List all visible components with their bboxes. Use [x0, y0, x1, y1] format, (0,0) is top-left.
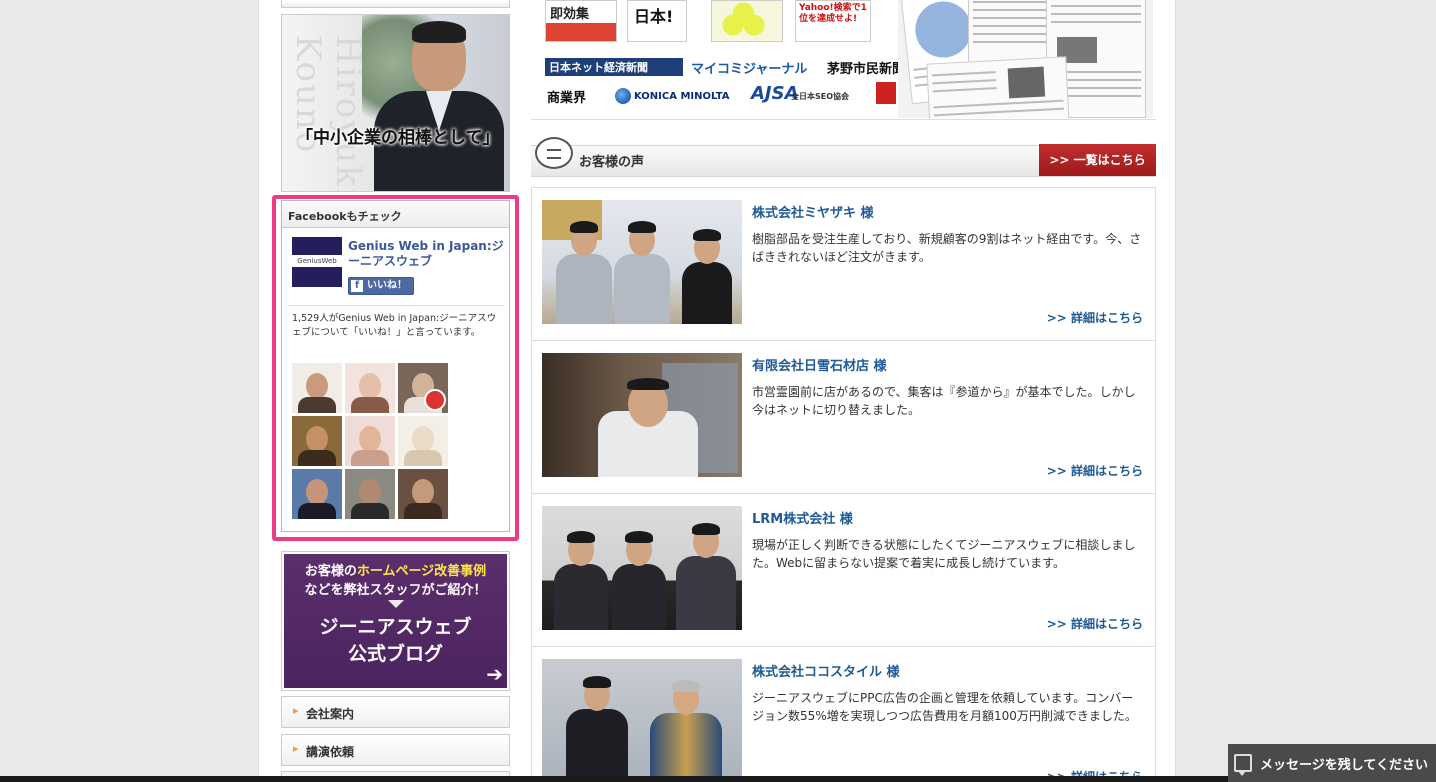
fan-avatar[interactable] [398, 416, 448, 466]
facebook-icon: f [351, 280, 363, 292]
case-company-name[interactable]: 有限会社日雪石材店 様 [752, 355, 887, 374]
ceo-photo [374, 19, 504, 191]
media-logo: 商業界 [547, 90, 587, 106]
case-company-name[interactable]: 株式会社ミヤザキ 様 [752, 202, 874, 221]
fan-avatar[interactable] [292, 469, 342, 519]
speech-bubble-icon [535, 137, 573, 169]
facebook-widget-header: Facebookもチェック [282, 201, 509, 228]
case-detail-link[interactable]: >> 詳細はこちら [1047, 309, 1143, 326]
fan-avatar[interactable] [398, 469, 448, 519]
facebook-like-count: 1,529人がGenius Web in Japan:ジーニアスウェブについて「… [292, 313, 497, 338]
case-item: 株式会社ココスタイル 様 ジーニアスウェブにPPC広告の企画と管理を依頼していま… [532, 647, 1155, 782]
book-cover [711, 0, 783, 42]
customer-case-list: 株式会社ミヤザキ 様 樹脂部品を受注生産しており、新規顧客の9割はネット経由です… [531, 187, 1156, 782]
newspaper-clippings [898, 0, 1153, 118]
case-item: LRM株式会社 様 現場が正しく判断できる状態にしたくてジーニアスウェブに相談し… [532, 494, 1155, 647]
case-item: 株式会社ミヤザキ 様 樹脂部品を受注生産しており、新規顧客の9割はネット経由です… [532, 188, 1155, 341]
fan-avatar[interactable] [345, 469, 395, 519]
case-photo[interactable] [542, 200, 742, 324]
facebook-divider [288, 305, 504, 306]
section-title: お客様の声 [579, 155, 645, 170]
facebook-widget: Facebookもチェック GeniusWeb Genius Web in Ja… [281, 200, 510, 532]
media-logo: 日本ネット経済新聞 [545, 58, 683, 76]
case-detail-link[interactable]: >> 詳細はこちら [1047, 462, 1143, 479]
sidebar-top-box [281, 0, 510, 8]
seal-logo [876, 82, 896, 104]
case-description: 市営霊園前に店があるので、集客は『参道から』が基本でした。しかし今はネットに切り… [752, 385, 1136, 417]
facebook-like-button[interactable]: f いいね！ [348, 277, 414, 295]
sidebar-link-company[interactable]: ▸ 会社案内 [281, 696, 510, 728]
facebook-page-name[interactable]: Genius Web in Japan:ジーニアスウェブ [348, 239, 506, 269]
case-description: 樹脂部品を受注生産しており、新規顧客の9割はネット経由です。今、さばききれないほ… [752, 232, 1142, 264]
media-logo: 全日本SEO協会 [791, 91, 850, 101]
fan-avatar[interactable] [398, 363, 448, 413]
portrait-vertical-name: Hiroyuki Kouno [288, 35, 368, 192]
leave-message-tab[interactable]: メッセージを残してください [1228, 744, 1436, 782]
case-company-name[interactable]: LRM株式会社 様 [752, 508, 853, 527]
blog-banner-text: お客様のホームページ改善事例 などを弊社スタッフがご紹介！ [304, 564, 487, 598]
facebook-fan-faces [292, 363, 452, 519]
banner-divider-triangle [387, 600, 404, 608]
official-blog-banner[interactable]: お客様のホームページ改善事例 などを弊社スタッフがご紹介！ ジーニアスウェブ 公… [281, 551, 510, 691]
customer-voice-header: お客様の声 >> 一覧はこちら [531, 137, 1156, 177]
fan-avatar[interactable] [292, 416, 342, 466]
fan-avatar[interactable] [292, 363, 342, 413]
case-description: ジーニアスウェブにPPC広告の企画と管理を依頼しています。コンバージョン数55%… [752, 691, 1137, 723]
case-item: 有限会社日雪石材店 様 市営霊園前に店があるので、集客は『参道から』が基本でした… [532, 341, 1155, 494]
book-cover: Yahoo!検索で1位を達成せよ! [795, 0, 871, 42]
bottom-edge-bar [0, 776, 1436, 782]
fan-avatar[interactable] [345, 363, 395, 413]
chat-icon [1234, 754, 1252, 776]
blog-banner-title: ジーニアスウェブ 公式ブログ [319, 616, 472, 665]
case-description: 現場が正しく判断できる状態にしたくてジーニアスウェブに相談しました。Webに留ま… [752, 538, 1136, 570]
case-detail-link[interactable]: >> 詳細はこちら [1047, 615, 1143, 632]
case-company-name[interactable]: 株式会社ココスタイル 様 [752, 661, 900, 680]
chevron-right-icon: ▸ [293, 704, 299, 717]
facebook-page-logo[interactable]: GeniusWeb [292, 237, 342, 287]
book-cover: 即効集 [545, 0, 617, 42]
globe-icon [615, 88, 631, 104]
sidebar-link-lecture[interactable]: ▸ 講演依頼 [281, 734, 510, 766]
portrait-caption: 「中小企業の相棒として」 [296, 128, 500, 148]
konica-minolta-logo: KONICA MINOLTA [615, 87, 730, 105]
media-logo: 茅野市民新聞 [827, 61, 906, 77]
media-logo: マイコミジャーナル [691, 61, 808, 77]
book-cover: 日本! [627, 0, 687, 42]
fan-avatar[interactable] [345, 416, 395, 466]
case-photo[interactable] [542, 659, 742, 782]
press-coverage-banner: 即効集 日本! Yahoo!検索で1位を達成せよ! 日本ネット経済新聞 マイコミ… [531, 0, 1156, 120]
like-label: いいね！ [367, 280, 407, 291]
case-photo[interactable] [542, 506, 742, 630]
view-all-button[interactable]: >> 一覧はこちら [1039, 144, 1156, 176]
arrow-right-icon: ➔ [486, 662, 503, 686]
chevron-right-icon: ▸ [293, 742, 299, 755]
ceo-portrait-banner[interactable]: Hiroyuki Kouno 「中小企業の相棒として」 [281, 14, 510, 192]
case-photo[interactable] [542, 353, 742, 477]
leave-message-label: メッセージを残してください [1260, 757, 1428, 773]
